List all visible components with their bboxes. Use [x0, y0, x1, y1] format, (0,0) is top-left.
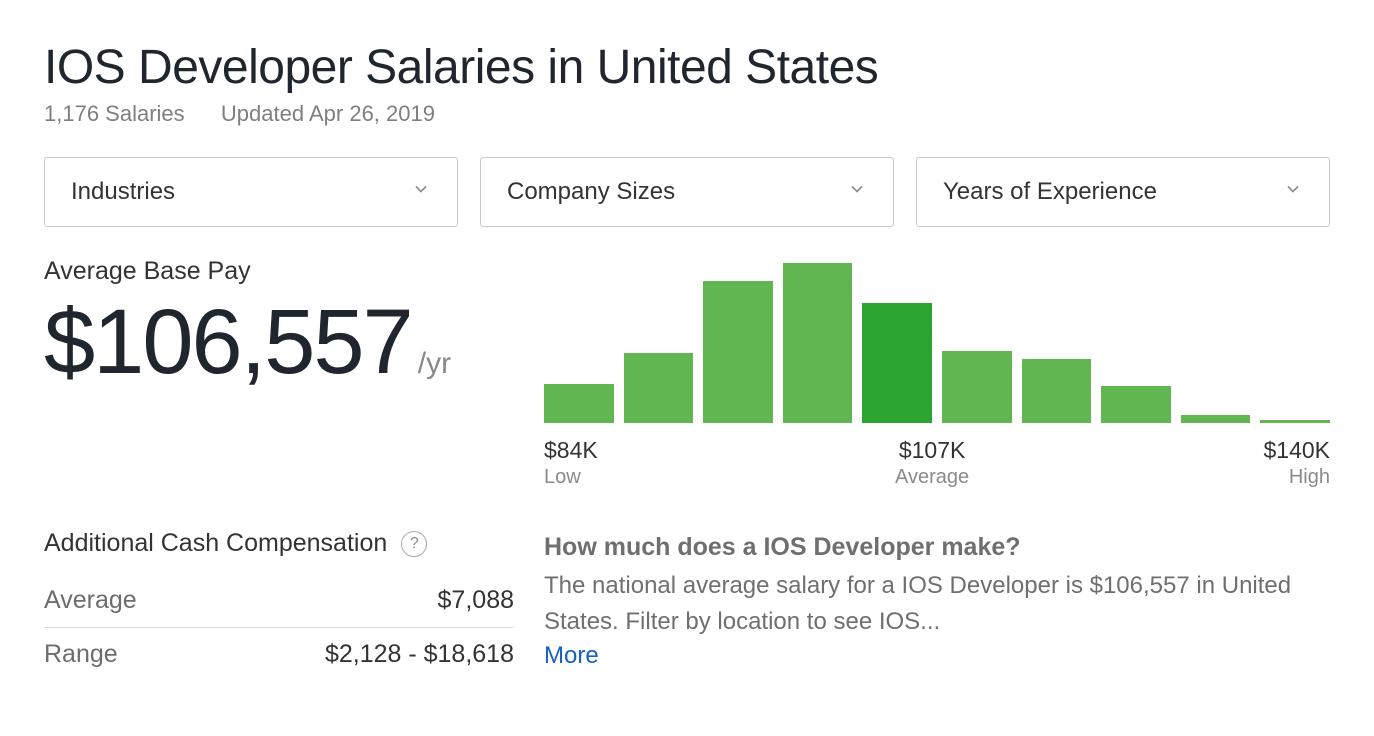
axis-mid-value: $107K: [895, 437, 969, 464]
average-base-pay-label: Average Base Pay: [44, 257, 514, 286]
chart-bar: [1101, 386, 1171, 423]
chart-bar: [703, 281, 773, 423]
chevron-down-icon: [1283, 178, 1303, 206]
axis-low-label: Low: [544, 466, 598, 489]
chart-bar: [783, 263, 853, 423]
chevron-down-icon: [411, 178, 431, 206]
chart-bar: [624, 353, 694, 423]
chart-axis-labels: $84K Low $107K Average $140K High: [544, 437, 1330, 489]
page-title: IOS Developer Salaries in United States: [44, 40, 1330, 95]
filter-bar: Industries Company Sizes Years of Experi…: [44, 157, 1330, 227]
filter-company-sizes-label: Company Sizes: [507, 178, 675, 206]
average-base-pay-unit: /yr: [418, 347, 451, 381]
chevron-down-icon: [847, 178, 867, 206]
addcomp-range-label: Range: [44, 640, 118, 669]
help-icon[interactable]: ?: [401, 531, 427, 557]
chart-bar: [544, 384, 614, 423]
page-subheader: 1,176 Salaries Updated Apr 26, 2019: [44, 101, 1330, 127]
chart-bar: [942, 351, 1012, 423]
chart-bar: [862, 303, 932, 423]
chart-bar: [1181, 415, 1251, 423]
addcomp-average-label: Average: [44, 586, 137, 615]
axis-high-label: High: [1263, 466, 1330, 489]
chart-bar: [1022, 359, 1092, 423]
filter-industries-label: Industries: [71, 178, 175, 206]
description-title: How much does a IOS Developer make?: [544, 533, 1330, 562]
filter-experience-label: Years of Experience: [943, 178, 1157, 206]
filter-industries[interactable]: Industries: [44, 157, 458, 227]
salary-count: 1,176 Salaries: [44, 101, 185, 127]
chart-bar: [1260, 420, 1330, 423]
addcomp-average-value: $7,088: [438, 586, 514, 615]
filter-experience[interactable]: Years of Experience: [916, 157, 1330, 227]
axis-high-value: $140K: [1263, 437, 1330, 464]
axis-mid-label: Average: [895, 466, 969, 489]
description-block: How much does a IOS Developer make? The …: [544, 529, 1330, 670]
description-body: The national average salary for a IOS De…: [544, 568, 1330, 640]
additional-compensation: Additional Cash Compensation ? Average $…: [44, 529, 544, 681]
more-link[interactable]: More: [544, 642, 599, 670]
salary-distribution-chart: [544, 263, 1330, 423]
updated-date: Updated Apr 26, 2019: [221, 101, 435, 127]
axis-low-value: $84K: [544, 437, 598, 464]
addcomp-range-value: $2,128 - $18,618: [325, 640, 514, 669]
additional-compensation-heading: Additional Cash Compensation: [44, 529, 387, 558]
average-base-pay-value: $106,557: [44, 296, 412, 388]
filter-company-sizes[interactable]: Company Sizes: [480, 157, 894, 227]
